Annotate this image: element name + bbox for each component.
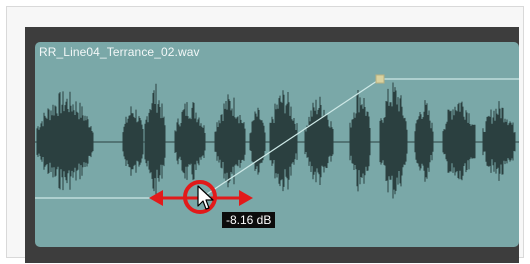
timeline-panel: RR_Line04_Terrance_02.wav -8.16 dB (6, 6, 524, 263)
volume-tooltip: -8.16 dB (222, 212, 276, 228)
